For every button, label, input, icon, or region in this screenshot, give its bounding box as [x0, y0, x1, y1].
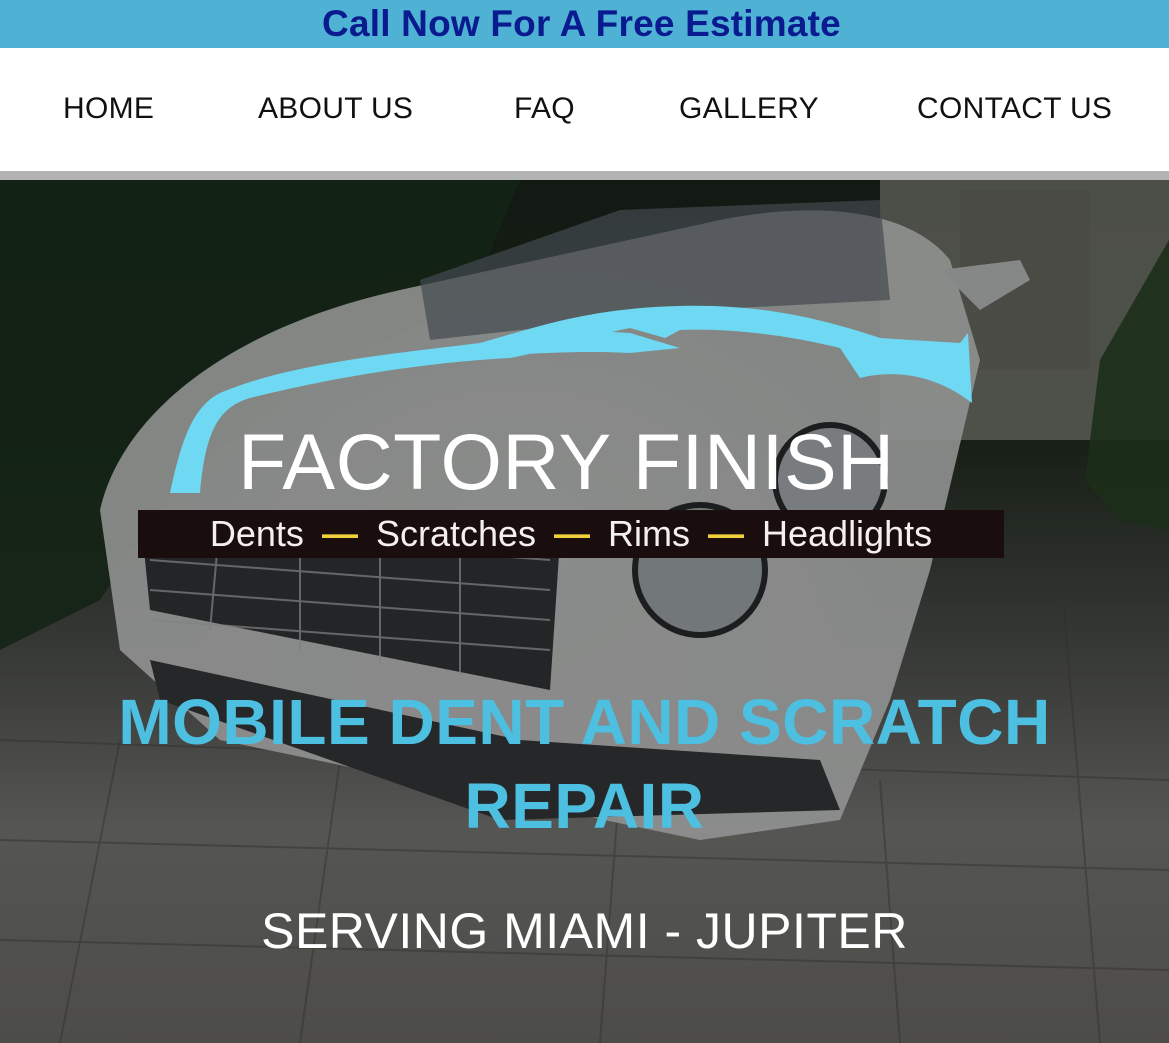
tagline-headlights: Headlights: [762, 513, 933, 554]
tagline-dents: Dents: [209, 513, 304, 554]
tagline-rims: Rims: [608, 513, 690, 554]
nav-item-faq[interactable]: FAQ: [514, 92, 575, 126]
nav-divider: [0, 171, 1169, 180]
nav-item-home[interactable]: HOME: [63, 92, 154, 126]
hero-heading: MOBILE DENT AND SCRATCH REPAIR: [118, 686, 1051, 842]
tagline-scratches: Scratches: [375, 513, 537, 554]
tagline-separator: —: [554, 513, 591, 554]
main-nav: HOME ABOUT US FAQ GALLERY CONTACT US: [0, 48, 1169, 171]
nav-item-contact-us[interactable]: CONTACT US: [917, 92, 1112, 126]
hero-section: FACTORY FINISH Dents — Scratches — Rims …: [0, 180, 1169, 1043]
top-banner: Call Now For A Free Estimate: [0, 0, 1169, 48]
logo-title: FACTORY FINISH: [238, 417, 895, 506]
logo-tagline-bar: Dents — Scratches — Rims — Headlights: [138, 510, 1004, 558]
call-now-link[interactable]: Call Now For A Free Estimate: [322, 0, 841, 48]
nav-item-about-us[interactable]: ABOUT US: [258, 92, 413, 126]
hero-subheading: SERVING MIAMI - JUPITER: [261, 903, 908, 959]
tagline-separator: —: [321, 513, 358, 554]
tagline-separator: —: [708, 513, 744, 554]
nav-item-gallery[interactable]: GALLERY: [679, 92, 819, 126]
